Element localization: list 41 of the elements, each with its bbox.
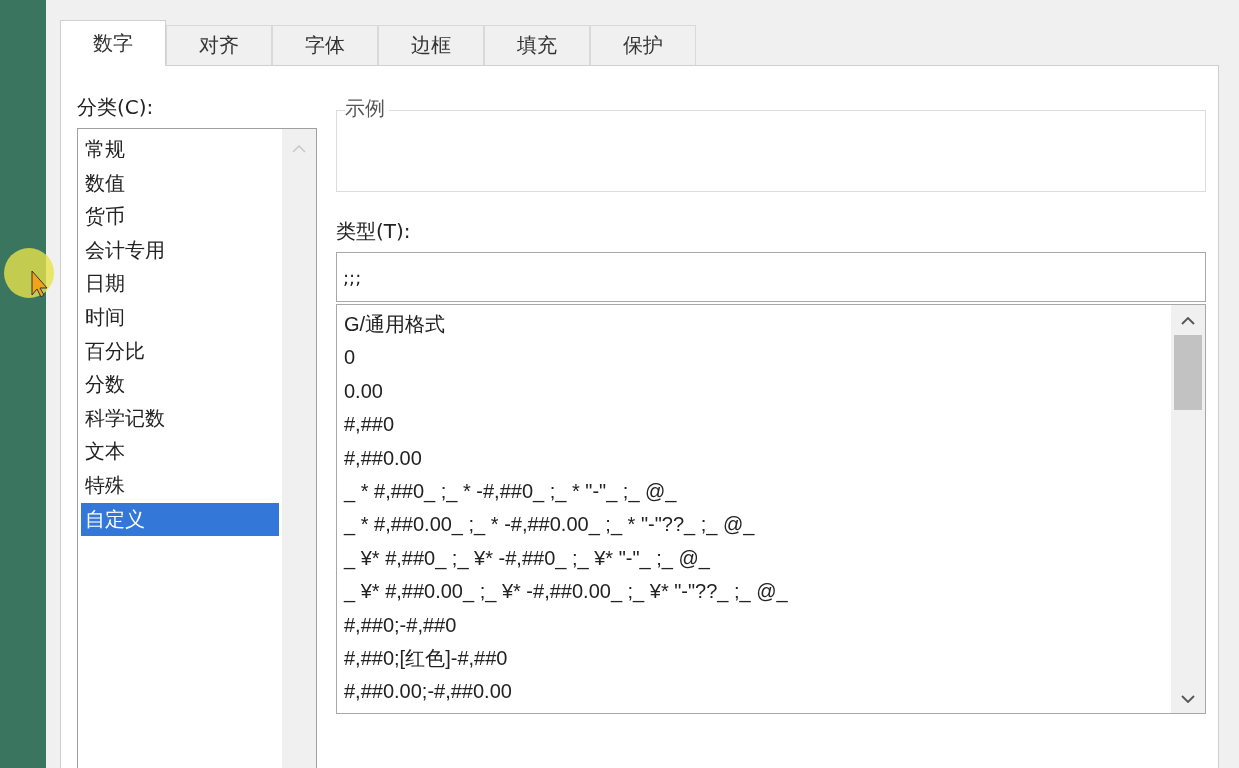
tab[interactable]: 字体: [272, 25, 378, 65]
category-item[interactable]: 常规: [81, 133, 279, 167]
scroll-thumb[interactable]: [1174, 335, 1202, 410]
category-item[interactable]: 科学记数: [81, 401, 279, 436]
category-item[interactable]: 数值: [81, 166, 279, 201]
format-item[interactable]: #,##0: [344, 408, 1164, 442]
format-list[interactable]: [336, 304, 1206, 714]
category-item[interactable]: 货币: [81, 200, 279, 234]
type-input-field[interactable]: ;;;: [336, 252, 1206, 302]
format-item[interactable]: _ * #,##0_ ;_ * -#,##0_ ;_ * "-"_ ;_ @_: [344, 474, 1164, 509]
format-item[interactable]: #,##0;-#,##0: [344, 608, 1164, 642]
category-list[interactable]: 常规 数值 货币 会计专用 日期 时间 百分比 分数 科学记数 文本 特殊 自定义: [77, 128, 317, 768]
category-item[interactable]: 时间: [81, 300, 279, 335]
tab[interactable]: 保护: [590, 25, 696, 65]
category-label: 分类(C):: [77, 94, 155, 121]
format-item[interactable]: _ * #,##0.00_ ;_ * -#,##0.00_ ;_ * "-"??_ ;_ @_: [344, 508, 1164, 542]
category-item[interactable]: 百分比: [81, 334, 279, 369]
format-item[interactable]: #,##0;[红色]-#,##0: [344, 641, 1164, 676]
mouse-pointer-icon: [4, 245, 54, 301]
format-item[interactable]: 0: [344, 341, 1164, 375]
category-item[interactable]: 特殊: [81, 468, 279, 503]
category-item[interactable]: 分数: [81, 368, 279, 402]
tab[interactable]: 对齐: [166, 25, 272, 65]
scrollbar[interactable]: [282, 129, 316, 768]
format-item[interactable]: #,##0.00;-#,##0.00: [344, 675, 1164, 709]
scrollbar[interactable]: [1171, 305, 1205, 713]
format-item[interactable]: G/通用格式: [344, 308, 1164, 342]
category-item[interactable]: 自定义: [81, 502, 279, 537]
format-item[interactable]: _ ¥* #,##0_ ;_ ¥* -#,##0_ ;_ ¥* "-"_ ;_ @_: [344, 541, 1164, 576]
tab[interactable]: 数字: [60, 20, 166, 66]
type-label: 类型(T):: [336, 218, 412, 245]
scroll-down-icon[interactable]: [1181, 695, 1195, 703]
format-item[interactable]: _ ¥* #,##0.00_ ;_ ¥* -#,##0.00_ ;_ ¥* "-"??_ ;_ @_: [344, 575, 1164, 609]
tab[interactable]: 边框: [378, 25, 484, 65]
category-item[interactable]: 日期: [81, 267, 279, 301]
category-item[interactable]: 文本: [81, 435, 279, 469]
tab[interactable]: 填充: [484, 25, 590, 65]
category-item[interactable]: 会计专用: [81, 233, 279, 268]
format-item[interactable]: #,##0.00: [344, 441, 1164, 475]
scroll-up-icon[interactable]: [1181, 317, 1195, 325]
format-item[interactable]: 0.00: [344, 374, 1164, 409]
